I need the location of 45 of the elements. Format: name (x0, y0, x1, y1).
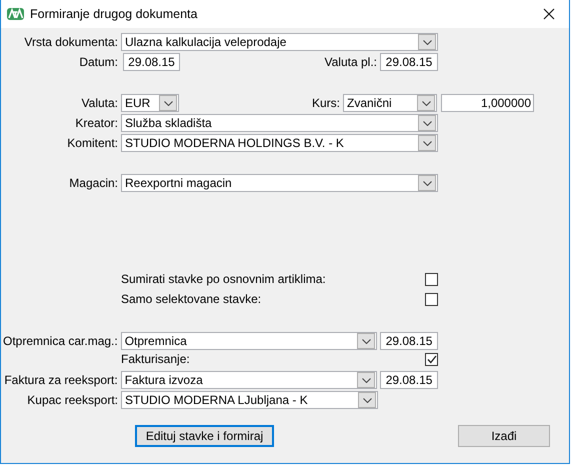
close-icon (543, 8, 555, 20)
dropdown[interactable]: Ulazna kalkulacija veleprodaje (121, 33, 438, 51)
chevron-down-icon (422, 140, 432, 146)
date-field[interactable]: 29.08.15 (123, 53, 180, 71)
field-label: Kupac reeksport: (26, 393, 119, 407)
field-label: Kreator: (74, 116, 119, 130)
field-label: Otpremnica car.mag.: (2, 334, 119, 348)
field-label: Vrsta dokumenta: (23, 35, 119, 49)
chevron-down-icon (422, 120, 432, 126)
field-label: Faktura za reeksport: (3, 373, 119, 387)
edit-and-create-button[interactable]: Edituj stavke i formiraj (135, 425, 274, 447)
chevron-down-icon (362, 378, 371, 382)
chevron-down-icon (422, 100, 430, 106)
checkbox[interactable] (425, 272, 438, 286)
dropdown[interactable]: STUDIO MODERNA HOLDINGS B.V. - K (121, 134, 438, 152)
app-logo-icon (7, 8, 24, 20)
checkbox[interactable] (425, 352, 438, 366)
dropdown[interactable]: Faktura izvoza (120, 371, 378, 389)
dropdown[interactable]: EUR (121, 94, 179, 112)
dropdown[interactable]: STUDIO MODERNA LJubljana - K (121, 391, 378, 409)
chevron-down-icon (422, 180, 432, 186)
rate-field[interactable]: 1,000000 (441, 94, 534, 112)
chevron-down-icon (422, 40, 432, 44)
chevron-down-icon (362, 338, 371, 344)
dropdown[interactable]: Reexportni magacin (121, 174, 438, 192)
dropdown[interactable]: Otpremnica (120, 332, 378, 350)
date-field[interactable]: 29.08.15 (380, 332, 438, 350)
date-field[interactable]: 29.08.15 (380, 371, 438, 389)
field-label: Valuta pl.: (324, 55, 378, 69)
chevron-down-icon (164, 100, 172, 106)
dropdown[interactable]: Služba skladišta (121, 114, 438, 132)
option-label: Fakturisanje: (121, 352, 190, 366)
chevron-down-icon (362, 398, 372, 402)
date-field[interactable]: 29.08.15 (380, 53, 438, 71)
option-label: Sumirati stavke po osnovnim artiklima: (121, 272, 326, 286)
option-label: Samo selektovane stavke: (121, 292, 262, 306)
field-label: Komitent: (66, 136, 119, 150)
exit-button[interactable]: Izađi (458, 425, 550, 447)
field-label: Valuta: (80, 96, 119, 110)
field-label: Magacin: (68, 176, 119, 190)
field-label: Kurs: (312, 96, 341, 110)
window-title: Formiranje drugog dokumenta (30, 7, 198, 21)
dropdown[interactable]: Zvanični (343, 94, 437, 112)
field-label: Datum: (78, 55, 119, 69)
checkbox[interactable] (425, 292, 438, 306)
